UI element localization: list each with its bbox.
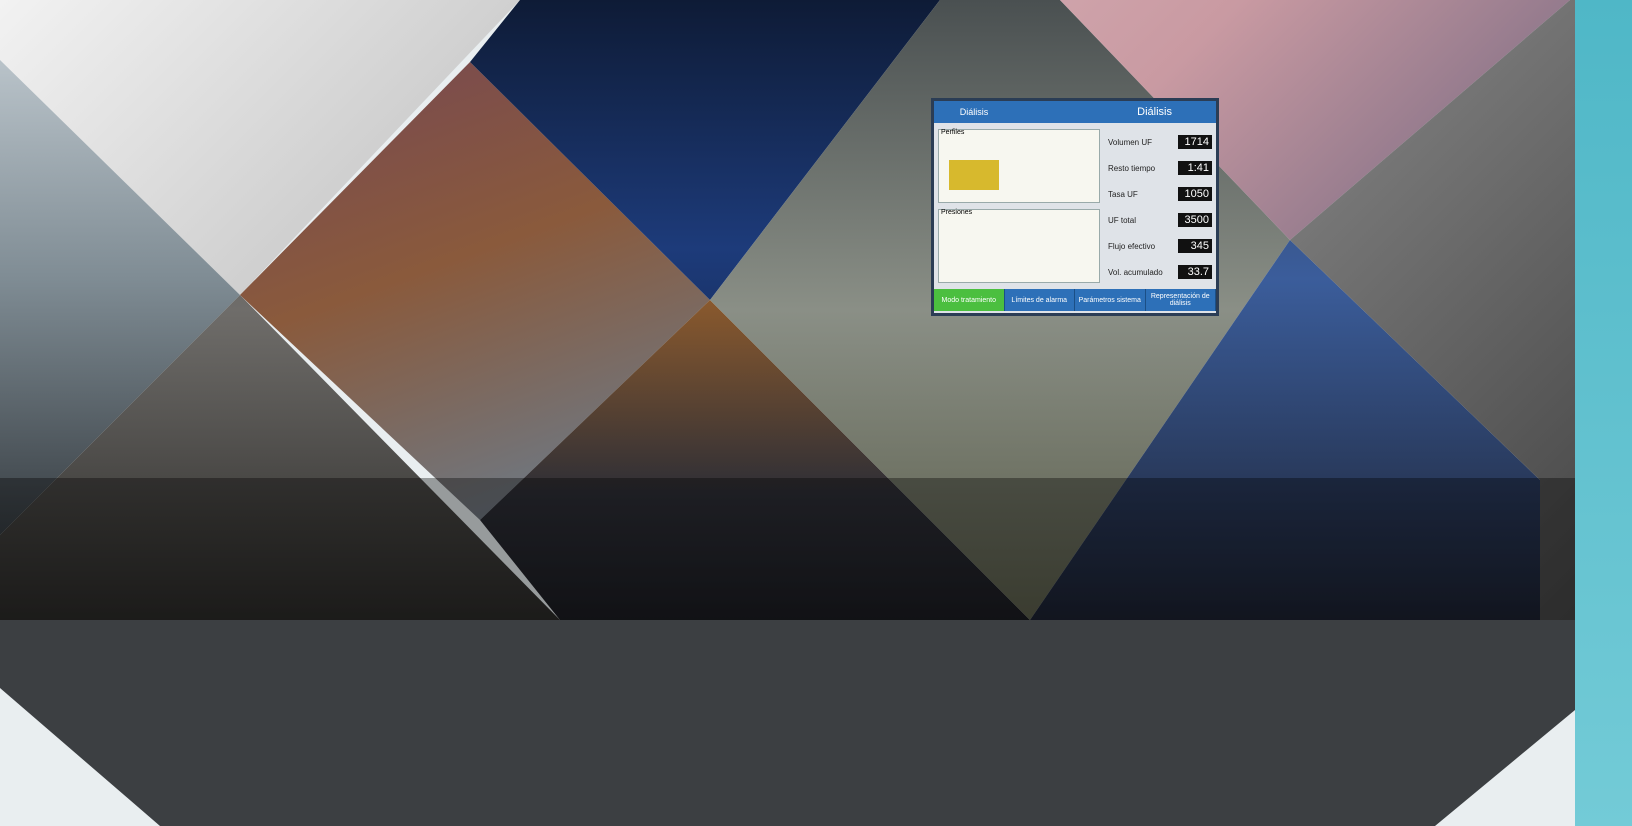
teal-side-strip bbox=[1575, 0, 1632, 826]
pressures-graph: Presiones bbox=[938, 209, 1100, 283]
bottom-shade bbox=[0, 478, 1632, 620]
value-label: Vol. acumulado bbox=[1108, 267, 1163, 277]
value-row: Tasa UF 1050 bbox=[1108, 181, 1212, 207]
value-label: UF total bbox=[1108, 215, 1137, 225]
value-label: Flujo efectivo bbox=[1108, 241, 1156, 251]
value-row: UF total 3500 bbox=[1108, 207, 1212, 233]
value-readout: 1:41 bbox=[1178, 161, 1212, 175]
value-readout: 33.7 bbox=[1178, 265, 1212, 279]
dark-bottom-panel bbox=[0, 620, 1575, 826]
value-readout: 1050 bbox=[1178, 187, 1212, 201]
pressures-graph-label: Presiones bbox=[941, 209, 973, 216]
profiles-graph: Perfiles bbox=[938, 129, 1100, 203]
monitor-title: Diálisis bbox=[1137, 106, 1172, 118]
value-label: Volumen UF bbox=[1108, 137, 1153, 147]
photo-collage: Diálisis Diálisis Perfiles Presiones Vol… bbox=[0, 0, 1632, 620]
alarm-limits-button: Límites de alarma bbox=[1004, 289, 1075, 311]
dialysis-representation-button: Representación de diálisis bbox=[1145, 289, 1216, 311]
value-readout: 1714 bbox=[1178, 135, 1212, 149]
value-row: Volumen UF 1714 bbox=[1108, 129, 1212, 155]
value-row: Resto tiempo 1:41 bbox=[1108, 155, 1212, 181]
value-row: Flujo efectivo 345 bbox=[1108, 233, 1212, 259]
profiles-graph-label: Perfiles bbox=[941, 129, 965, 136]
monitor-buttons: Modo tratamiento Límites de alarma Parám… bbox=[934, 289, 1216, 311]
dialysis-monitor-screen: Diálisis Diálisis Perfiles Presiones Vol… bbox=[931, 98, 1219, 316]
value-label: Tasa UF bbox=[1108, 189, 1138, 199]
treatment-mode-button: Modo tratamiento bbox=[934, 289, 1005, 311]
monitor-values: Volumen UF 1714 Resto tiempo 1:41 Tasa UF 1… bbox=[1104, 123, 1216, 289]
value-readout: 3500 bbox=[1178, 213, 1212, 227]
value-readout: 345 bbox=[1178, 239, 1212, 253]
monitor-body: Perfiles Presiones Volumen UF 1714 Resto … bbox=[934, 123, 1216, 289]
monitor-graphs: Perfiles Presiones bbox=[934, 123, 1104, 289]
monitor-tab: Diálisis bbox=[959, 107, 989, 117]
value-row: Vol. acumulado 33.7 bbox=[1108, 259, 1212, 285]
value-label: Resto tiempo bbox=[1108, 163, 1156, 173]
profile-bar bbox=[949, 160, 999, 190]
monitor-header: Diálisis Diálisis bbox=[934, 101, 1216, 123]
system-parameters-button: Parámetros sistema bbox=[1075, 289, 1146, 311]
